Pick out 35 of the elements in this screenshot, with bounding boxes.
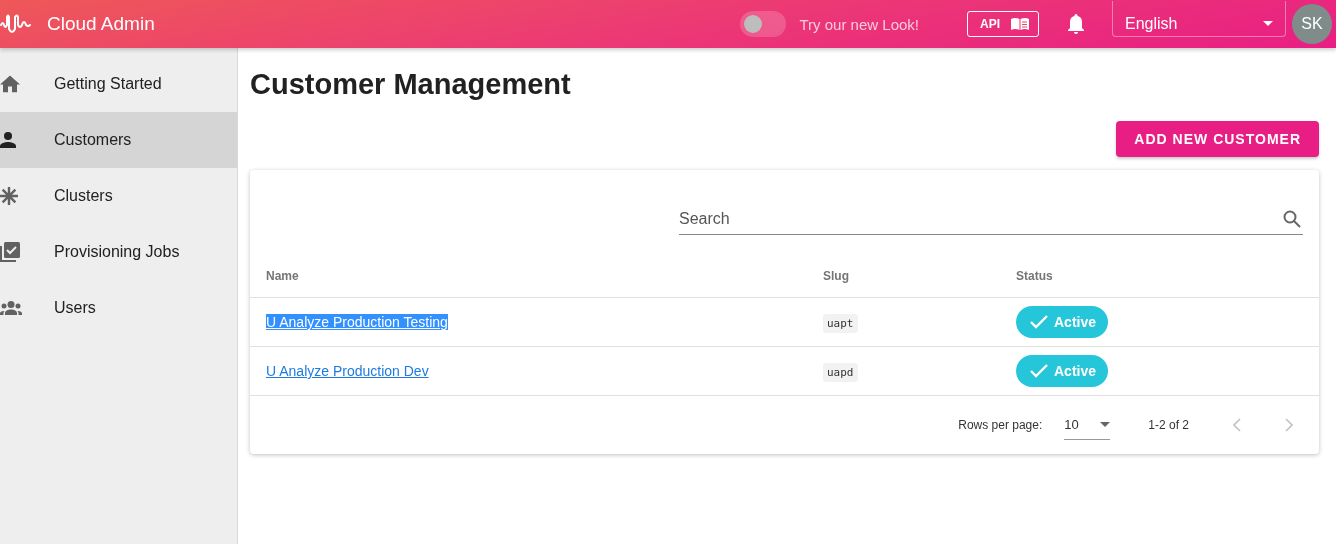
slug-code: uapt	[823, 314, 858, 333]
check-icon	[1030, 364, 1048, 378]
sidebar-item[interactable]: Getting Started	[0, 56, 237, 112]
book-icon	[1010, 17, 1030, 31]
search-icon	[1283, 210, 1301, 228]
column-header: Slug	[823, 255, 1016, 298]
dropdown-caret-icon	[1100, 422, 1111, 427]
bell-icon[interactable]	[1066, 13, 1086, 35]
group-icon	[0, 301, 22, 315]
page-title: Customer Management	[250, 68, 572, 102]
add-customer-button[interactable]: ADD NEW CUSTOMER	[1116, 121, 1319, 157]
sidebar-item[interactable]: Users	[0, 280, 237, 336]
rows-per-page-select[interactable]: 10	[1064, 410, 1111, 440]
status-chip: Active	[1016, 306, 1109, 338]
sidebar-item[interactable]: Provisioning Jobs	[0, 224, 237, 280]
locale-select[interactable]: English	[1112, 1, 1286, 37]
status-chip: Active	[1016, 355, 1109, 387]
check-icon	[1030, 315, 1048, 329]
toggle-switch[interactable]	[740, 11, 787, 37]
api-button[interactable]: API	[967, 11, 1039, 37]
toggle-label: Try our new Look!	[799, 15, 919, 33]
person-icon	[0, 132, 16, 148]
page-range: 1-2 of 2	[1148, 418, 1189, 432]
search-field[interactable]: Search	[679, 204, 1303, 235]
customer-link[interactable]: U Analyze Production Dev	[266, 363, 429, 379]
sidebar-item[interactable]: Clusters	[0, 168, 237, 224]
app-title: Cloud Admin	[47, 13, 155, 35]
column-header: Status	[1016, 255, 1176, 298]
column-header: Name	[250, 255, 823, 298]
home-icon	[0, 75, 20, 93]
slug-code: uapd	[823, 363, 858, 382]
sidebar-item[interactable]: Customers	[0, 112, 237, 168]
rows-per-page-label: Rows per page:	[958, 418, 1043, 432]
asterisk-icon	[0, 187, 18, 205]
dropdown-caret-icon	[1263, 21, 1273, 26]
